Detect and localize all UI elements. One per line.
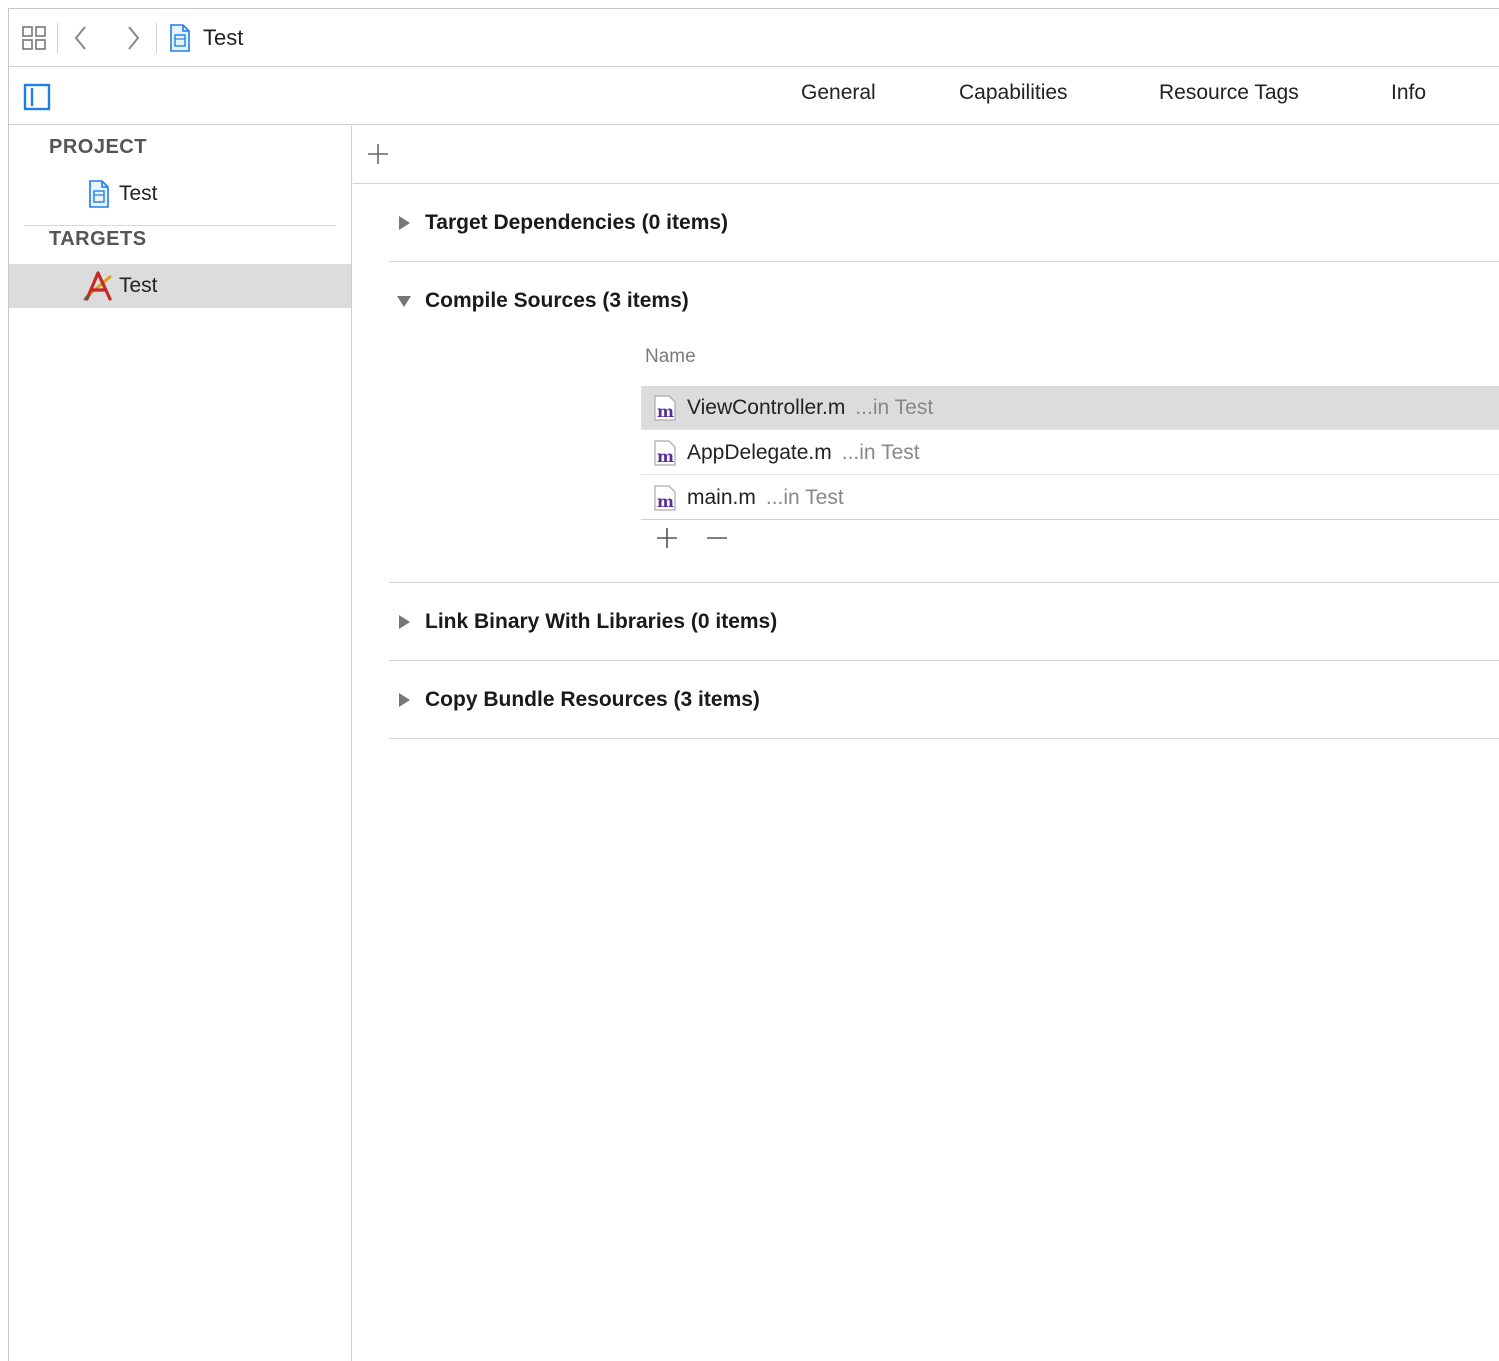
phase-copy-bundle-resources: Copy Bundle Resources (3 items): [389, 661, 1499, 739]
phase-target-dependencies: Target Dependencies (0 items): [389, 184, 1499, 262]
file-name: ViewController.m: [687, 395, 846, 419]
xcode-editor-window: Test General Capabilities Resource Tags …: [8, 8, 1499, 1361]
jump-bar-separator: [57, 22, 58, 53]
column-header-name[interactable]: Name: [645, 346, 696, 368]
build-phases-panel: Target Dependencies (0 items) Compile So…: [353, 126, 1499, 1361]
tab-resource-tags[interactable]: Resource Tags: [1159, 81, 1299, 105]
phase-toolbar: [353, 126, 1499, 184]
file-name: AppDelegate.m: [687, 440, 832, 464]
table-row[interactable]: m ViewController.m ...in Test: [641, 386, 1499, 430]
file-location: ...in Test: [841, 440, 920, 464]
add-phase-icon[interactable]: [365, 141, 391, 167]
file-name: main.m: [687, 485, 756, 509]
tab-capabilities[interactable]: Capabilities: [959, 81, 1068, 105]
objc-file-icon: m: [653, 484, 677, 511]
editor-tab-bar: General Capabilities Resource Tags Info: [9, 67, 1499, 125]
phase-header[interactable]: Copy Bundle Resources (3 items): [389, 661, 760, 739]
svg-text:m: m: [657, 492, 674, 511]
sidebar-divider: [25, 225, 335, 226]
sidebar-item-label: Test: [119, 274, 158, 297]
phase-title: Copy Bundle Resources (3 items): [425, 688, 760, 711]
project-target-sidebar: PROJECT Test TARGETS Test: [9, 126, 352, 1361]
table-row[interactable]: m main.m ...in Test: [641, 476, 1499, 520]
file-location: ...in Test: [765, 485, 844, 509]
disclosure-collapsed-icon[interactable]: [389, 208, 419, 238]
disclosure-collapsed-icon[interactable]: [389, 685, 419, 715]
phase-title: Compile Sources (3 items): [425, 289, 689, 312]
phase-header[interactable]: Target Dependencies (0 items): [389, 184, 728, 262]
remove-file-icon[interactable]: [703, 524, 731, 552]
app-target-icon: [81, 270, 115, 302]
targets-section-header: TARGETS: [49, 228, 147, 250]
project-section-header: PROJECT: [49, 136, 147, 158]
phase-header[interactable]: Compile Sources (3 items): [389, 262, 689, 340]
disclosure-collapsed-icon[interactable]: [389, 607, 419, 637]
file-location: ...in Test: [855, 395, 934, 419]
phase-link-binary: Link Binary With Libraries (0 items): [389, 583, 1499, 661]
disclosure-expanded-icon[interactable]: [389, 286, 419, 316]
table-row[interactable]: m AppDelegate.m ...in Test: [641, 431, 1499, 475]
tab-general[interactable]: General: [801, 81, 876, 105]
jump-bar: Test: [9, 9, 1499, 67]
table-controls: [653, 524, 753, 552]
breadcrumb-title[interactable]: Test: [203, 25, 243, 51]
tab-info[interactable]: Info: [1391, 81, 1426, 105]
phase-header[interactable]: Link Binary With Libraries (0 items): [389, 583, 777, 661]
forward-icon[interactable]: [118, 23, 148, 53]
objc-file-icon: m: [653, 439, 677, 466]
phase-title: Target Dependencies (0 items): [425, 211, 729, 234]
objc-file-icon: m: [653, 394, 677, 421]
back-icon[interactable]: [66, 23, 96, 53]
grid-icon[interactable]: [19, 23, 49, 53]
add-file-icon[interactable]: [653, 524, 681, 552]
project-file-icon[interactable]: [165, 23, 195, 53]
jump-bar-separator: [156, 22, 157, 53]
phase-title: Link Binary With Libraries (0 items): [425, 610, 778, 633]
sidebar-toggle-icon[interactable]: [23, 83, 51, 111]
project-file-icon: [87, 179, 111, 209]
sidebar-item-project[interactable]: Test: [9, 172, 351, 216]
phase-compile-sources: Compile Sources (3 items) Name m ViewCon…: [389, 262, 1499, 583]
sidebar-item-label: Test: [119, 182, 158, 205]
sidebar-item-target[interactable]: Test: [9, 264, 351, 308]
svg-text:m: m: [657, 402, 674, 421]
svg-text:m: m: [657, 447, 674, 466]
